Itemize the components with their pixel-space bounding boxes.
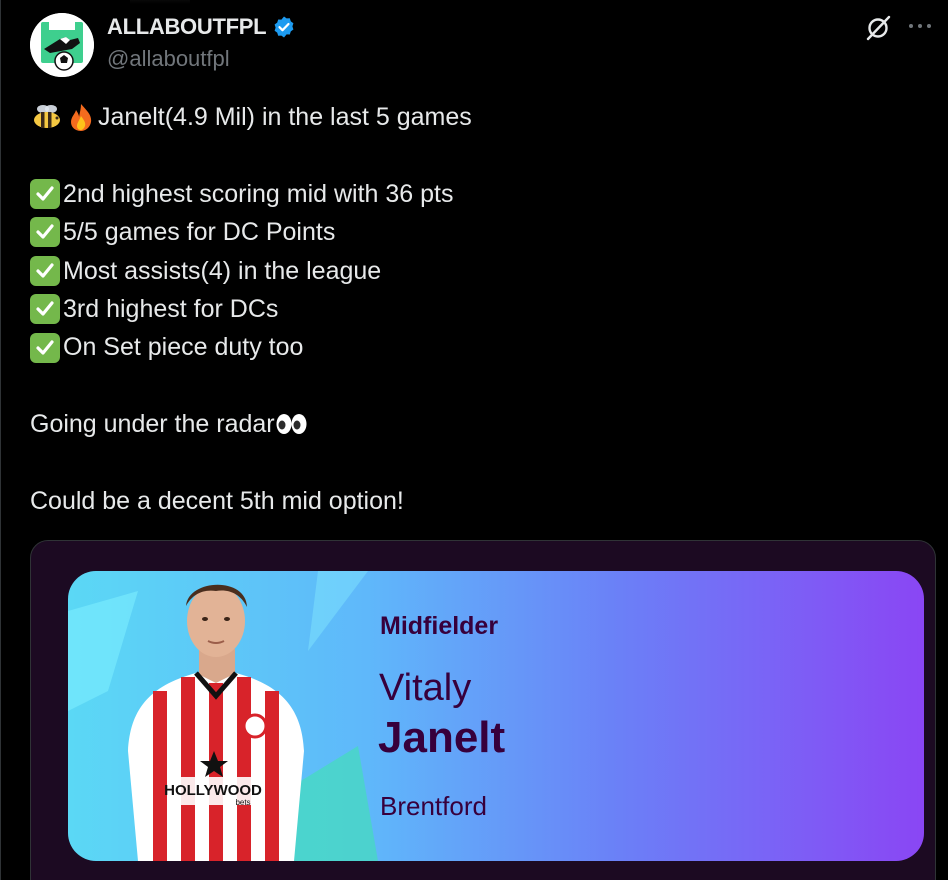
grok-icon[interactable] [864,14,892,42]
more-options-icon[interactable] [906,16,934,36]
tweet-closing-text: Could be a decent 5th mid option! [30,486,404,515]
tweet-point-text: On Set piece duty too [63,333,304,362]
sponsor-logo-sub: bets [235,798,250,807]
player-position: Midfielder [380,612,499,640]
sponsor-logo: HOLLYWOOD [164,782,262,799]
player-photo: HOLLYWOOD bets [68,571,378,861]
fire-emoji-icon [71,104,92,132]
tweet-point: 3rd highest for DCs [30,290,930,328]
bee-emoji-icon [34,105,60,129]
tweet-radar-text: Going under the radar [30,410,275,439]
author-display-name[interactable]: ALLABOUTFPL [107,14,296,40]
tweet-media[interactable]: HOLLYWOOD bets Midfielder Vitaly Janelt … [30,540,936,880]
check-mark-emoji-icon [30,294,60,325]
tweet-point: 5/5 games for DC Points [30,213,930,251]
tweet-point-text: 3rd highest for DCs [63,294,279,323]
display-name-text: ALLABOUTFPL [107,14,267,39]
player-first-name: Vitaly [379,667,472,709]
eyes-emoji-icon [276,414,307,435]
verified-badge-icon [274,16,294,38]
tweet-view: ALLABOUTFPL @allaboutfpl Janelt(4.9 Mil)… [0,0,948,880]
football-boot-logo-icon [30,13,94,77]
line-break [30,136,930,174]
tweet-line-intro: Janelt(4.9 Mil) in the last 5 games [30,98,930,136]
author-avatar[interactable] [30,13,94,77]
tweet-point-text: Most assists(4) in the league [63,256,382,285]
tweet-line-closing: Could be a decent 5th mid option! [30,482,930,520]
author-handle[interactable]: @allaboutfpl [107,46,230,72]
tweet-point-text: 5/5 games for DC Points [63,218,336,247]
tweet-point: 2nd highest scoring mid with 36 pts [30,175,930,213]
player-club: Brentford [380,791,487,821]
previous-content-fragment [130,0,190,4]
player-card-image: HOLLYWOOD bets Midfielder Vitaly Janelt … [68,571,924,861]
tweet-intro-text: Janelt(4.9 Mil) in the last 5 games [98,103,472,131]
line-break [30,444,930,482]
tweet-line-radar: Going under the radar [30,405,930,443]
player-last-name: Janelt [378,713,506,762]
check-mark-emoji-icon [30,178,60,209]
column-divider [0,0,1,880]
tweet-point-text: 2nd highest scoring mid with 36 pts [63,179,454,208]
tweet-text: Janelt(4.9 Mil) in the last 5 games 2nd … [30,98,930,520]
line-break [30,367,930,405]
check-mark-emoji-icon [30,217,60,248]
check-mark-emoji-icon [30,332,60,363]
tweet-point: On Set piece duty too [30,328,930,366]
tweet-point: Most assists(4) in the league [30,252,930,290]
check-mark-emoji-icon [30,255,60,286]
